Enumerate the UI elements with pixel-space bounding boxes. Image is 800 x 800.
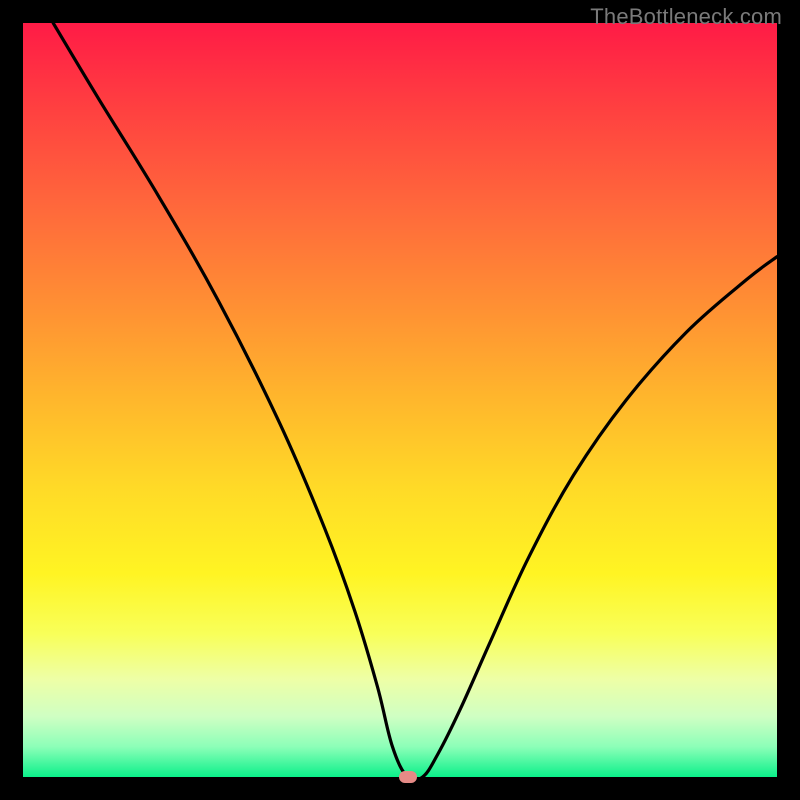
chart-frame: TheBottleneck.com [0, 0, 800, 800]
bottleneck-curve [23, 23, 777, 777]
watermark-text: TheBottleneck.com [590, 4, 782, 30]
plot-area [23, 23, 777, 777]
optimal-marker [399, 771, 417, 783]
